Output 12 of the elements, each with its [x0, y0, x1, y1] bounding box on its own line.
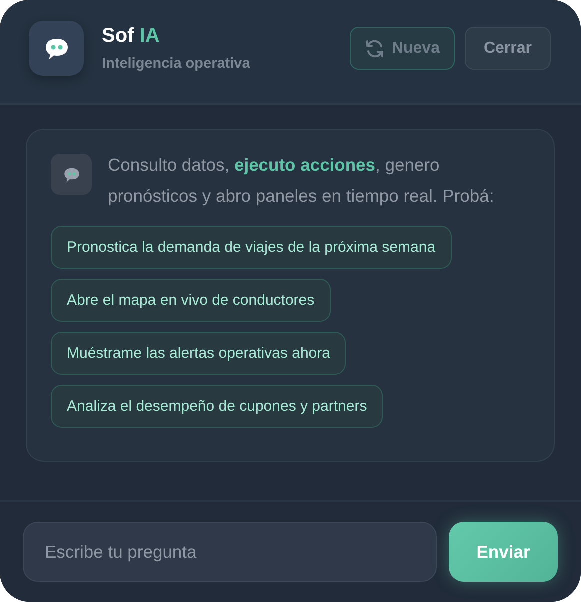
- suggestion-chip[interactable]: Analiza el desempeño de cupones y partners: [51, 385, 384, 428]
- chat-logo-icon: [29, 21, 84, 76]
- question-input[interactable]: Escribe tu pregunta: [23, 522, 437, 582]
- suggestion-chip[interactable]: Muéstrame las alertas operativas ahora: [51, 332, 346, 375]
- chat-bubble-icon: [51, 154, 92, 195]
- suggestion-chip[interactable]: Pronostica la demanda de viajes de la próxima semana: [51, 226, 452, 269]
- app-subtitle: Inteligencia operativa: [102, 56, 252, 72]
- close-button[interactable]: Cerrar: [464, 27, 551, 70]
- suggestion-chip[interactable]: Abre el mapa en vivo de conductores: [51, 279, 331, 322]
- assistant-message: Consulto datos, ejecuto acciones, genero pronósticos y abro paneles en tiempo real. Probá:: [108, 154, 496, 208]
- app-title: Sof IA: [102, 25, 161, 48]
- refresh-icon: [364, 40, 385, 58]
